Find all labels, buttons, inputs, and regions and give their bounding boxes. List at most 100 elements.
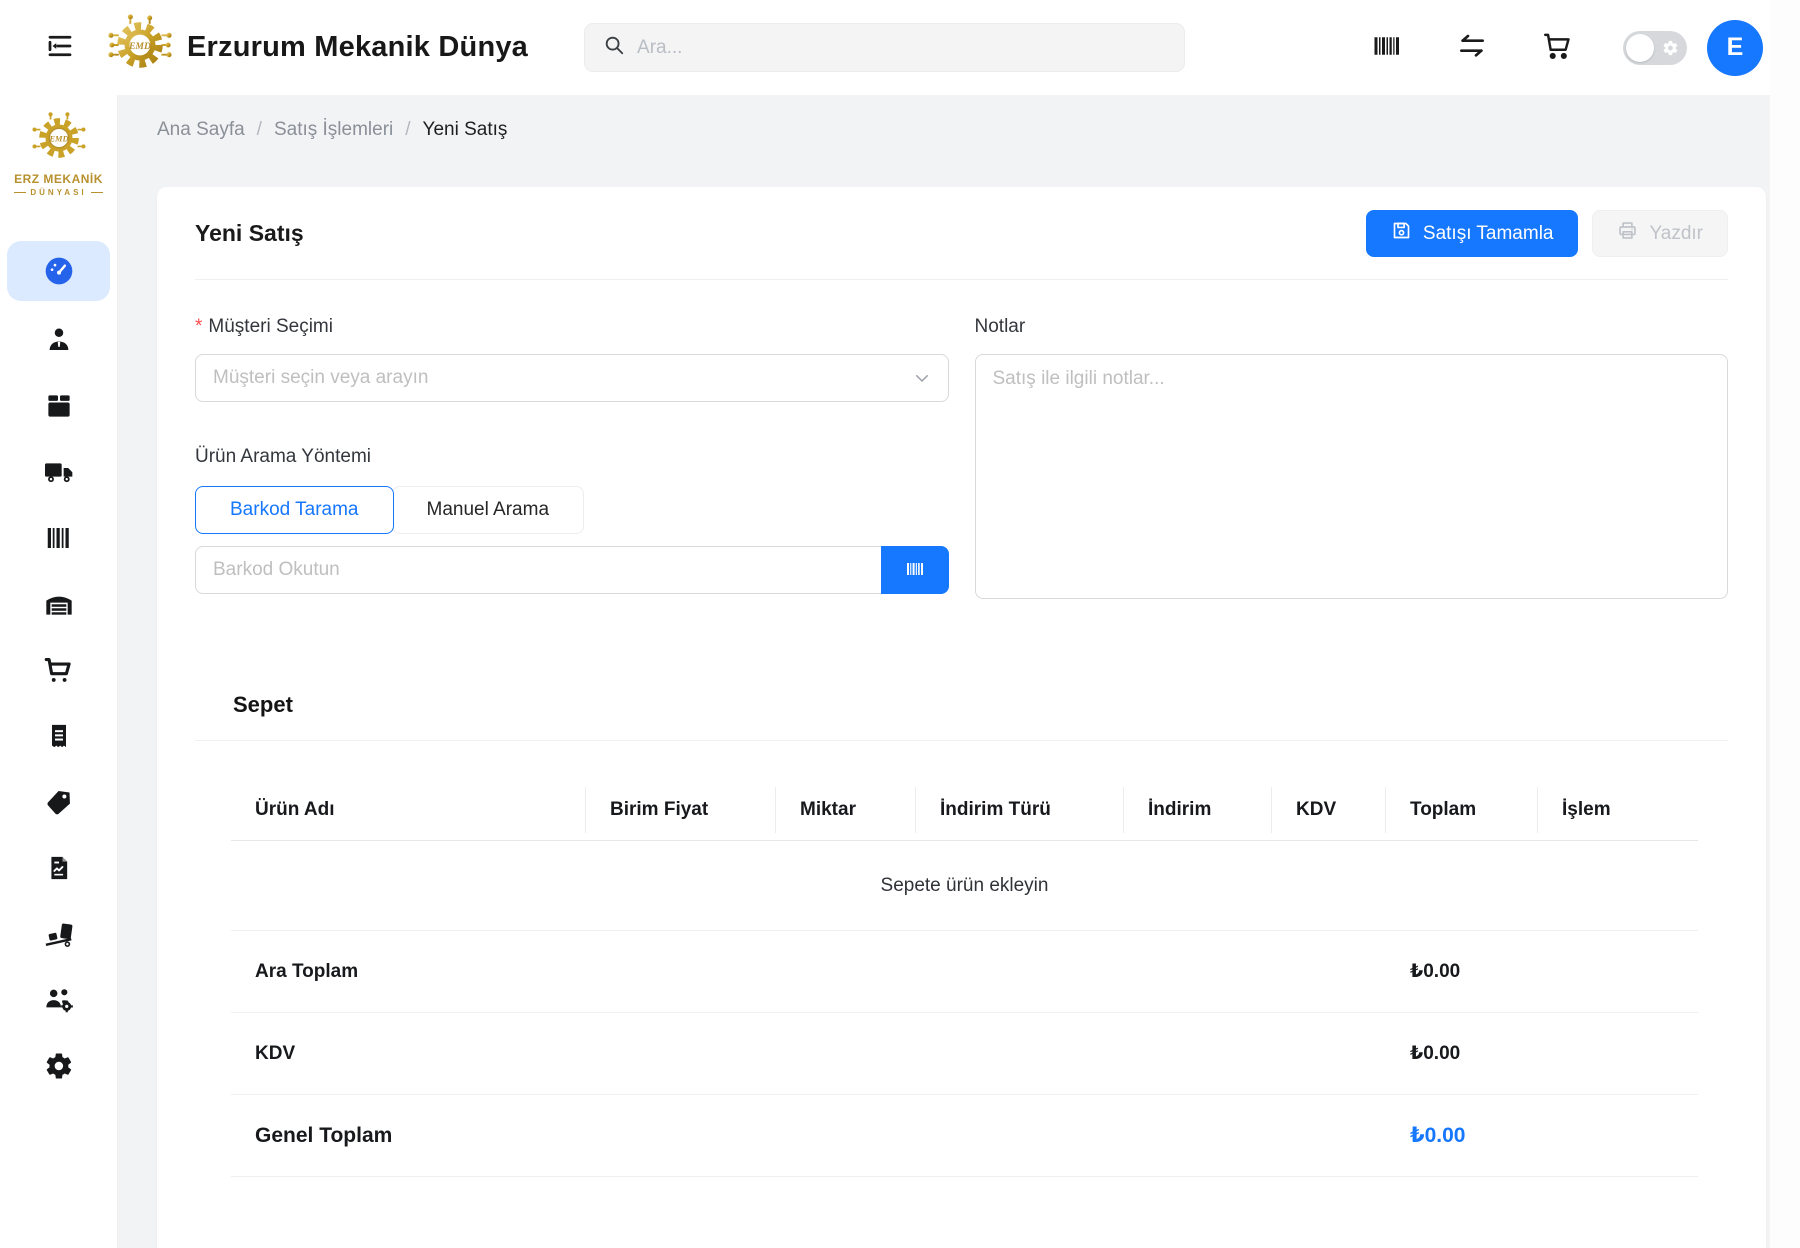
sidebar-item-reports[interactable]	[0, 835, 117, 901]
sidebar-item-barcodes[interactable]	[0, 505, 117, 571]
col-header-action: İşlem	[1538, 799, 1662, 821]
cart-divider	[195, 740, 1728, 741]
breadcrumb-separator: /	[257, 119, 262, 141]
complete-sale-button[interactable]: Satışı Tamamla	[1366, 210, 1579, 257]
report-icon	[45, 854, 73, 882]
col-header-quantity: Miktar	[776, 799, 916, 821]
scrollbar[interactable]	[1770, 0, 1800, 1248]
breadcrumb-sales[interactable]: Satış İşlemleri	[274, 119, 393, 141]
col-header-product-name: Ürün Adı	[231, 799, 586, 821]
toggle-gear-icon	[1662, 39, 1679, 56]
cart-button[interactable]	[1542, 31, 1573, 65]
brand-logo-gear-icon: EMD	[107, 14, 173, 81]
sidebar-item-customers[interactable]	[0, 307, 117, 373]
sidebar-item-sales[interactable]	[0, 637, 117, 703]
sidebar-item-suppliers[interactable]	[0, 439, 117, 505]
new-sale-card: Yeni Satış Satışı Tamamla Ya	[157, 187, 1766, 1248]
search-method-tabs: Barkod Tarama Manuel Arama	[195, 486, 949, 534]
sidebar-item-settings[interactable]	[0, 1033, 117, 1099]
card-header: Yeni Satış Satışı Tamamla Ya	[195, 187, 1728, 280]
cart-table-header-row: Ürün Adı Birim Fiyat Miktar İndirim Türü…	[231, 779, 1698, 841]
breadcrumb-current: Yeni Satış	[423, 119, 508, 141]
save-icon	[1391, 220, 1412, 247]
tab-manual-search[interactable]: Manuel Arama	[392, 486, 585, 534]
breadcrumb-separator: /	[405, 119, 410, 141]
subtotal-label: Ara Toplam	[231, 961, 586, 983]
price-tag-icon	[44, 787, 74, 817]
chevron-down-icon	[913, 369, 931, 387]
required-asterisk: *	[195, 316, 202, 338]
col-header-vat: KDV	[1272, 799, 1386, 821]
card-header-actions: Satışı Tamamla Yazdır	[1366, 210, 1728, 257]
notes-field-label: Notlar	[975, 316, 1729, 338]
brand[interactable]: EMD Erzurum Mekanik Dünya	[107, 14, 528, 81]
main-content: Ana Sayfa / Satış İşlemleri / Yeni Satış…	[118, 95, 1800, 1248]
sidebar-item-dashboard[interactable]	[7, 241, 110, 301]
print-button[interactable]: Yazdır	[1592, 210, 1728, 257]
notes-textarea[interactable]	[975, 354, 1729, 599]
products-box-icon	[44, 391, 74, 421]
top-actions: E	[1318, 20, 1763, 76]
form-right-column: Notlar	[975, 316, 1729, 604]
grand-total-row: Genel Toplam ₺0.00	[231, 1095, 1698, 1177]
receipt-icon	[45, 722, 73, 750]
sidebar-item-shipments[interactable]	[0, 901, 117, 967]
sidebar-item-invoices[interactable]	[0, 703, 117, 769]
breadcrumb: Ana Sayfa / Satış İşlemleri / Yeni Satış	[157, 119, 1766, 141]
cart-table: Ürün Adı Birim Fiyat Miktar İndirim Türü…	[231, 779, 1698, 1177]
toggle-knob	[1626, 34, 1654, 62]
subtotal-value: ₺0.00	[1386, 960, 1538, 983]
delivery-icon	[43, 918, 75, 950]
barcode-icon	[44, 523, 74, 553]
global-search[interactable]	[584, 23, 1185, 72]
search-input[interactable]	[637, 37, 1166, 59]
svg-text:EMD: EMD	[48, 133, 68, 143]
cart-empty-state: Sepete ürün ekleyin	[231, 841, 1698, 931]
breadcrumb-home[interactable]: Ana Sayfa	[157, 119, 245, 141]
form-left-column: * Müşteri Seçimi Müşteri seçin veya aray…	[195, 316, 949, 604]
customer-label-text: Müşteri Seçimi	[208, 316, 333, 338]
col-header-discount: İndirim	[1124, 799, 1272, 821]
cart-icon	[43, 655, 74, 686]
cart-section-title: Sepet	[195, 692, 1728, 718]
sidebar-item-user-management[interactable]	[0, 967, 117, 1033]
barcode-icon	[1372, 31, 1402, 64]
sidebar-item-pricing[interactable]	[0, 769, 117, 835]
sale-form: * Müşteri Seçimi Müşteri seçin veya aray…	[195, 316, 1728, 604]
barcode-scan-submit-button[interactable]	[881, 546, 949, 594]
avatar-initial: E	[1727, 33, 1744, 62]
app-window: EMD Erzurum Mekanik Dünya	[0, 0, 1800, 1248]
customer-select[interactable]: Müşteri seçin veya arayın	[195, 354, 949, 402]
theme-toggle[interactable]	[1623, 31, 1687, 65]
sidebar-item-warehouse[interactable]	[0, 571, 117, 637]
barcode-scan-button[interactable]	[1372, 31, 1402, 64]
sidebar-item-products[interactable]	[0, 373, 117, 439]
col-header-unit-price: Birim Fiyat	[586, 799, 776, 821]
complete-sale-label: Satışı Tamamla	[1423, 223, 1554, 245]
swap-icon	[1456, 30, 1488, 65]
sidebar: EMD ERZ MEKANİK DÜNYASI	[0, 95, 118, 1248]
dashboard-icon	[43, 255, 75, 287]
printer-icon	[1617, 220, 1638, 247]
customer-field-label: * Müşteri Seçimi	[195, 316, 949, 338]
user-avatar[interactable]: E	[1707, 20, 1763, 76]
sidebar-logo-subtext: DÜNYASI	[14, 188, 102, 197]
notes-label-text: Notlar	[975, 316, 1026, 338]
swap-transactions-button[interactable]	[1456, 30, 1488, 65]
cart-icon	[1542, 31, 1573, 65]
sidebar-logo-gear-icon: EMD	[30, 111, 88, 170]
svg-text:EMD: EMD	[128, 41, 151, 52]
subtotal-row: Ara Toplam ₺0.00	[231, 931, 1698, 1013]
grand-total-value: ₺0.00	[1386, 1123, 1538, 1148]
customer-select-placeholder: Müşteri seçin veya arayın	[213, 367, 428, 389]
barcode-input[interactable]	[195, 546, 881, 594]
vat-value: ₺0.00	[1386, 1042, 1538, 1065]
barcode-input-group	[195, 546, 949, 594]
sidebar-logo: EMD ERZ MEKANİK DÜNYASI	[14, 111, 103, 197]
menu-fold-button[interactable]	[45, 31, 75, 64]
settings-icon	[44, 1051, 74, 1081]
menu-fold-icon	[45, 31, 75, 64]
col-header-total: Toplam	[1386, 799, 1538, 821]
sidebar-logo-text: ERZ MEKANİK	[14, 172, 103, 186]
tab-barcode-scan[interactable]: Barkod Tarama	[195, 486, 394, 534]
